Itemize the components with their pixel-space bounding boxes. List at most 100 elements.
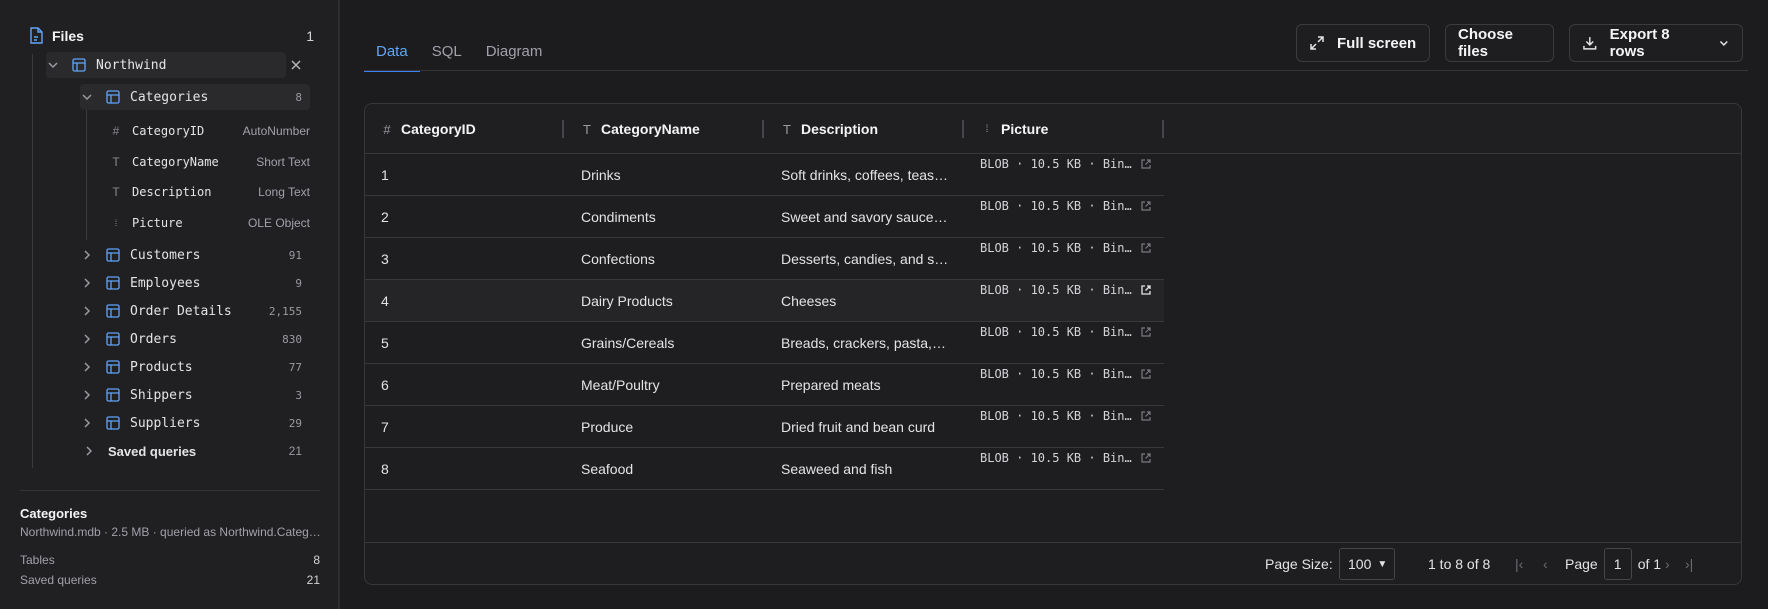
prev-page-button[interactable]: ‹ xyxy=(1543,543,1548,584)
cell-picture[interactable]: BLOB · 10.5 KB · Bin… xyxy=(980,280,1152,300)
tab-sql[interactable]: SQL xyxy=(420,40,474,72)
table-row[interactable]: 5 Grains/Cereals Breads, crackers, pasta… xyxy=(365,322,1164,364)
cell-id[interactable]: 8 xyxy=(381,448,389,490)
text-icon: T xyxy=(112,155,120,169)
cell-id[interactable]: 2 xyxy=(381,196,389,238)
page-size-select[interactable]: 100 ▼ xyxy=(1339,548,1395,580)
blob-label: BLOB · 10.5 KB · Bin… xyxy=(980,325,1132,339)
external-link-icon[interactable] xyxy=(1140,284,1152,296)
cell-name[interactable]: Produce xyxy=(581,406,633,448)
external-link-icon[interactable] xyxy=(1140,410,1152,422)
cell-description[interactable]: Soft drinks, coffees, teas, beers, and a… xyxy=(781,154,949,196)
close-database-button[interactable] xyxy=(290,52,310,78)
last-page-button[interactable]: ›| xyxy=(1685,543,1693,584)
cell-description[interactable]: Cheeses xyxy=(781,280,949,322)
external-link-icon[interactable] xyxy=(1140,158,1152,170)
table-row[interactable]: 7 Produce Dried fruit and bean curd BLOB… xyxy=(365,406,1164,448)
cell-id[interactable]: 3 xyxy=(381,238,389,280)
blob-label: BLOB · 10.5 KB · Bin… xyxy=(980,451,1132,465)
cell-picture[interactable]: BLOB · 10.5 KB · Bin… xyxy=(980,238,1152,258)
field-name: Picture xyxy=(132,216,183,230)
cell-description[interactable]: Sweet and savory sauces, relishes, sprea… xyxy=(781,196,949,238)
page-number-input[interactable]: 1 xyxy=(1603,548,1632,580)
info-title: Categories xyxy=(20,506,88,521)
external-link-icon[interactable] xyxy=(1140,368,1152,380)
cell-name[interactable]: Seafood xyxy=(581,448,633,490)
cell-name[interactable]: Grains/Cereals xyxy=(581,322,674,364)
field-categoryname[interactable]: T CategoryName Short Text xyxy=(110,149,310,175)
column-resize-handle[interactable] xyxy=(562,120,564,138)
export-button[interactable]: Export 8 rows xyxy=(1569,24,1743,62)
column-header-categoryname[interactable]: T CategoryName xyxy=(581,104,700,154)
sidebar-item-products[interactable]: Products 77 xyxy=(80,354,302,380)
table-row[interactable]: 2 Condiments Sweet and savory sauces, re… xyxy=(365,196,1164,238)
field-description[interactable]: T Description Long Text xyxy=(110,179,310,205)
cell-name[interactable]: Meat/Poultry xyxy=(581,364,660,406)
cell-description[interactable]: Desserts, candies, and sweet breads xyxy=(781,238,949,280)
saved-queries[interactable]: Saved queries 21 xyxy=(82,438,302,464)
field-type: AutoNumber xyxy=(242,124,310,138)
full-screen-button[interactable]: Full screen xyxy=(1296,24,1430,62)
sidebar-item-shippers[interactable]: Shippers 3 xyxy=(80,382,302,408)
blob-label: BLOB · 10.5 KB · Bin… xyxy=(980,409,1132,423)
cell-id[interactable]: 5 xyxy=(381,322,389,364)
chevron-left-icon: ‹ xyxy=(1543,556,1548,572)
sidebar-item-suppliers[interactable]: Suppliers 29 xyxy=(80,410,302,436)
table-row[interactable]: 4 Dairy Products Cheeses BLOB · 10.5 KB … xyxy=(365,280,1164,322)
field-categoryid[interactable]: # CategoryID AutoNumber xyxy=(110,118,310,144)
column-header-categoryid[interactable]: # CategoryID xyxy=(381,104,475,154)
field-picture[interactable]: ⁞ Picture OLE Object xyxy=(110,210,310,236)
cell-description[interactable]: Prepared meats xyxy=(781,364,949,406)
sidebar-item-customers[interactable]: Customers 91 xyxy=(80,242,302,268)
column-resize-handle[interactable] xyxy=(1162,120,1164,138)
cell-name[interactable]: Drinks xyxy=(581,154,621,196)
sidebar-item-order-details[interactable]: Order Details 2,155 xyxy=(80,298,302,324)
next-page-button[interactable]: › xyxy=(1665,543,1670,584)
cell-picture[interactable]: BLOB · 10.5 KB · Bin… xyxy=(980,364,1152,384)
cell-description[interactable]: Breads, crackers, pasta, and cereal xyxy=(781,322,949,364)
table-icon xyxy=(106,332,120,346)
external-link-icon[interactable] xyxy=(1140,326,1152,338)
cell-picture[interactable]: BLOB · 10.5 KB · Bin… xyxy=(980,196,1152,216)
tab-diagram[interactable]: Diagram xyxy=(474,40,555,72)
tab-data[interactable]: Data xyxy=(364,40,420,72)
column-header-picture[interactable]: ⁞ Picture xyxy=(981,104,1049,154)
table-row-count: 77 xyxy=(288,360,302,374)
table-row[interactable]: 3 Confections Desserts, candies, and swe… xyxy=(365,238,1164,280)
cell-picture[interactable]: BLOB · 10.5 KB · Bin… xyxy=(980,322,1152,342)
info-tables-row: Tables 8 xyxy=(20,553,320,567)
external-link-icon[interactable] xyxy=(1140,200,1152,212)
cell-id[interactable]: 6 xyxy=(381,364,389,406)
cell-name[interactable]: Dairy Products xyxy=(581,280,673,322)
field-type: Short Text xyxy=(256,155,310,169)
cell-description[interactable]: Dried fruit and bean curd xyxy=(781,406,949,448)
cell-name[interactable]: Condiments xyxy=(581,196,656,238)
table-row[interactable]: 6 Meat/Poultry Prepared meats BLOB · 10.… xyxy=(365,364,1164,406)
choose-files-button[interactable]: Choose files xyxy=(1445,24,1554,62)
external-link-icon[interactable] xyxy=(1140,452,1152,464)
cell-id[interactable]: 4 xyxy=(381,280,389,322)
external-link-icon[interactable] xyxy=(1140,242,1152,254)
cell-picture[interactable]: BLOB · 10.5 KB · Bin… xyxy=(980,448,1152,468)
field-name: CategoryName xyxy=(132,155,219,169)
cell-picture[interactable]: BLOB · 10.5 KB · Bin… xyxy=(980,406,1152,426)
cell-name[interactable]: Confections xyxy=(581,238,655,280)
table-name: Customers xyxy=(130,247,201,263)
column-header-description[interactable]: T Description xyxy=(781,104,878,154)
text-icon: T xyxy=(112,185,120,199)
file-icon xyxy=(30,27,43,44)
cell-id[interactable]: 1 xyxy=(381,154,389,196)
sidebar-item-categories[interactable]: Categories 8 xyxy=(80,84,310,110)
sidebar-item-orders[interactable]: Orders 830 xyxy=(80,326,302,352)
database-northwind[interactable]: Northwind xyxy=(46,52,286,78)
first-page-button[interactable]: |‹ xyxy=(1515,543,1523,584)
table-row[interactable]: 8 Seafood Seaweed and fish BLOB · 10.5 K… xyxy=(365,448,1164,490)
table-row[interactable]: 1 Drinks Soft drinks, coffees, teas, bee… xyxy=(365,154,1164,196)
column-resize-handle[interactable] xyxy=(962,120,964,138)
cell-picture[interactable]: BLOB · 10.5 KB · Bin… xyxy=(980,154,1152,174)
files-header[interactable]: Files 1 xyxy=(28,24,314,48)
cell-id[interactable]: 7 xyxy=(381,406,389,448)
column-resize-handle[interactable] xyxy=(762,120,764,138)
cell-description[interactable]: Seaweed and fish xyxy=(781,448,949,490)
sidebar-item-employees[interactable]: Employees 9 xyxy=(80,270,302,296)
